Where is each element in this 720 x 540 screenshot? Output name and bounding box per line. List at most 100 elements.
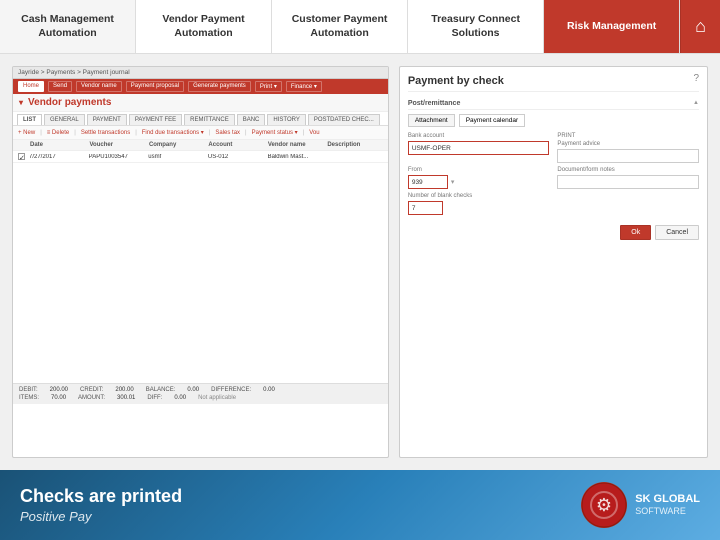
voucher-btn[interactable]: Vou [309, 130, 319, 136]
filter-icon: ▾ [19, 98, 23, 107]
footer-diff-label: DIFFERENCE: [211, 387, 251, 393]
tab-history[interactable]: HISTORY [267, 114, 305, 125]
footer-credit-val: 200.00 [115, 387, 133, 393]
page-title: Vendor payments [28, 97, 111, 108]
num-checks-input[interactable] [408, 201, 443, 215]
svg-text:⚙: ⚙ [596, 495, 612, 515]
col-desc: Description [327, 142, 382, 148]
help-icon[interactable]: ? [693, 73, 699, 84]
toolbar-send-btn[interactable]: Send [48, 81, 72, 92]
breadcrumb: Jayride > Payments > Payment journal [13, 67, 388, 79]
footer-amount-val: 300.01 [117, 395, 135, 401]
cell-voucher: PAPU1003547 [89, 154, 145, 160]
find-due-btn[interactable]: Find due transactions ▾ [142, 129, 204, 136]
toolbar-proposal-btn[interactable]: Payment proposal [126, 81, 184, 92]
vendor-payments-screenshot: Jayride > Payments > Payment journal Hom… [12, 66, 389, 458]
footer-amount-label: AMOUNT: [78, 395, 105, 401]
payment-by-check-panel: ? Payment by check Post/remittance ▲ Att… [399, 66, 708, 458]
bank-account-input[interactable] [408, 141, 550, 155]
footer-credit-label: CREDIT: [80, 387, 103, 393]
section-chevron[interactable]: ▲ [693, 100, 699, 107]
main-content: Jayride > Payments > Payment journal Hom… [0, 54, 720, 470]
print-section: PRINT Payment advice [557, 133, 699, 163]
post-remittance-section: Post/remittance ▲ Attachment Payment cal… [408, 100, 699, 215]
page-title-bar: ▾ Vendor payments [13, 94, 388, 112]
col-company: Company [149, 142, 204, 148]
vendor-payments-panel: Jayride > Payments > Payment journal Hom… [12, 66, 389, 458]
table-row[interactable]: ✓ 7/27/2017 PAPU1003547 usmf US-012 Bald… [13, 151, 388, 163]
tab-payment-calendar[interactable]: Payment calendar [459, 114, 525, 127]
new-btn[interactable]: + New [18, 130, 35, 136]
bank-account-row: Bank account PRINT Payment advice [408, 133, 699, 163]
settle-btn[interactable]: Settle transactions [81, 130, 130, 136]
bank-account-label: Bank account [408, 133, 550, 139]
num-checks-row: Number of blank checks [408, 193, 699, 215]
footer-balance-val: 0.00 [187, 387, 199, 393]
from-input[interactable] [408, 175, 448, 189]
doc-notes-label: Document/form notes [557, 167, 699, 173]
logo-icon: ⚙ [581, 482, 627, 528]
tab-general[interactable]: GENERAL [44, 114, 85, 125]
payment-advice-label: Payment advice [557, 141, 699, 147]
from-field: From ▾ [408, 167, 550, 189]
payment-status-btn[interactable]: Payment status ▾ [252, 129, 298, 136]
footer-diff-val: 0.00 [263, 387, 275, 393]
sales-tax-btn[interactable]: Sales tax [215, 130, 240, 136]
tab-attachment[interactable]: Attachment [408, 114, 455, 127]
home-icon: ⌂ [695, 16, 706, 37]
payment-advice-input[interactable] [557, 149, 699, 163]
cancel-button[interactable]: Cancel [655, 225, 699, 240]
bottom-main-text: Checks are printed [20, 486, 182, 507]
logo-svg: ⚙ [581, 482, 627, 528]
footer-na: Not applicable [198, 395, 236, 401]
from-dropdown[interactable]: ▾ [451, 178, 455, 186]
cell-vendor: Baldwin Mast... [268, 154, 324, 160]
tab-payment-fee[interactable]: PAYMENT FEE [129, 114, 182, 125]
col-account: Account [208, 142, 263, 148]
ok-button[interactable]: Ok [620, 225, 651, 240]
toolbar-print-btn[interactable]: Print ▾ [255, 81, 282, 92]
tab-remittance[interactable]: REMITTANCE [184, 114, 235, 125]
tab-banc[interactable]: BANC [237, 114, 266, 125]
home-button[interactable]: ⌂ [680, 0, 720, 53]
toolbar: Home Send Vendor name Payment proposal G… [13, 79, 388, 94]
num-checks-label: Number of blank checks [408, 193, 699, 199]
toolbar-finance-btn[interactable]: Finance ▾ [286, 81, 322, 92]
col-voucher: Voucher [89, 142, 144, 148]
nav-customer-payment[interactable]: Customer Payment Automation [272, 0, 408, 53]
footer-debit-label: DEBIT: [19, 387, 38, 393]
cell-date: 7/27/2017 [29, 154, 85, 160]
cell-company: usmf [148, 154, 204, 160]
tab-postdated[interactable]: POSTDATED CHEC... [308, 114, 380, 125]
tab-list[interactable]: LIST [17, 114, 42, 125]
navigation-bar: Cash Management Automation Vendor Paymen… [0, 0, 720, 54]
nav-vendor-payment[interactable]: Vendor Payment Automation [136, 0, 272, 53]
bank-account-field: Bank account [408, 133, 550, 163]
row-checkbox[interactable]: ✓ [18, 153, 25, 160]
footer-debit-val: 200.00 [50, 387, 68, 393]
delete-btn[interactable]: ≡ Delete [47, 130, 70, 136]
toolbar-home-btn[interactable]: Home [18, 81, 44, 92]
nav-cash-management[interactable]: Cash Management Automation [0, 0, 136, 53]
logo-area: ⚙ SK GLOBAL SOFTWARE [581, 482, 700, 528]
num-checks-field: Number of blank checks [408, 193, 699, 215]
action-bar: + New | ≡ Delete | Settle transactions |… [13, 126, 388, 140]
footer-items-label: ITEMS: [19, 395, 39, 401]
nav-treasury-connect[interactable]: Treasury Connect Solutions [408, 0, 544, 53]
footer-items-val: 70.00 [51, 395, 66, 401]
bottom-sub-text: Positive Pay [20, 509, 182, 524]
section-title: Post/remittance ▲ [408, 100, 699, 110]
col-date: Date [30, 142, 85, 148]
toolbar-vendor-btn[interactable]: Vendor name [76, 81, 122, 92]
tab-payment[interactable]: PAYMENT [87, 114, 127, 125]
toolbar-generate-btn[interactable]: Generate payments [188, 81, 251, 92]
bottom-bar: Checks are printed Positive Pay ⚙ SK GLO… [0, 470, 720, 540]
from-label: From [408, 167, 550, 173]
payment-by-check-title: Payment by check [408, 75, 699, 92]
footer-diff2-val: 0.00 [174, 395, 186, 401]
nav-risk-management[interactable]: Risk Management [544, 0, 680, 53]
doc-notes-field: Document/form notes [557, 167, 699, 189]
dialog-buttons: Ok Cancel [408, 225, 699, 240]
logo-text: SK GLOBAL SOFTWARE [635, 493, 700, 517]
doc-notes-input[interactable] [557, 175, 699, 189]
